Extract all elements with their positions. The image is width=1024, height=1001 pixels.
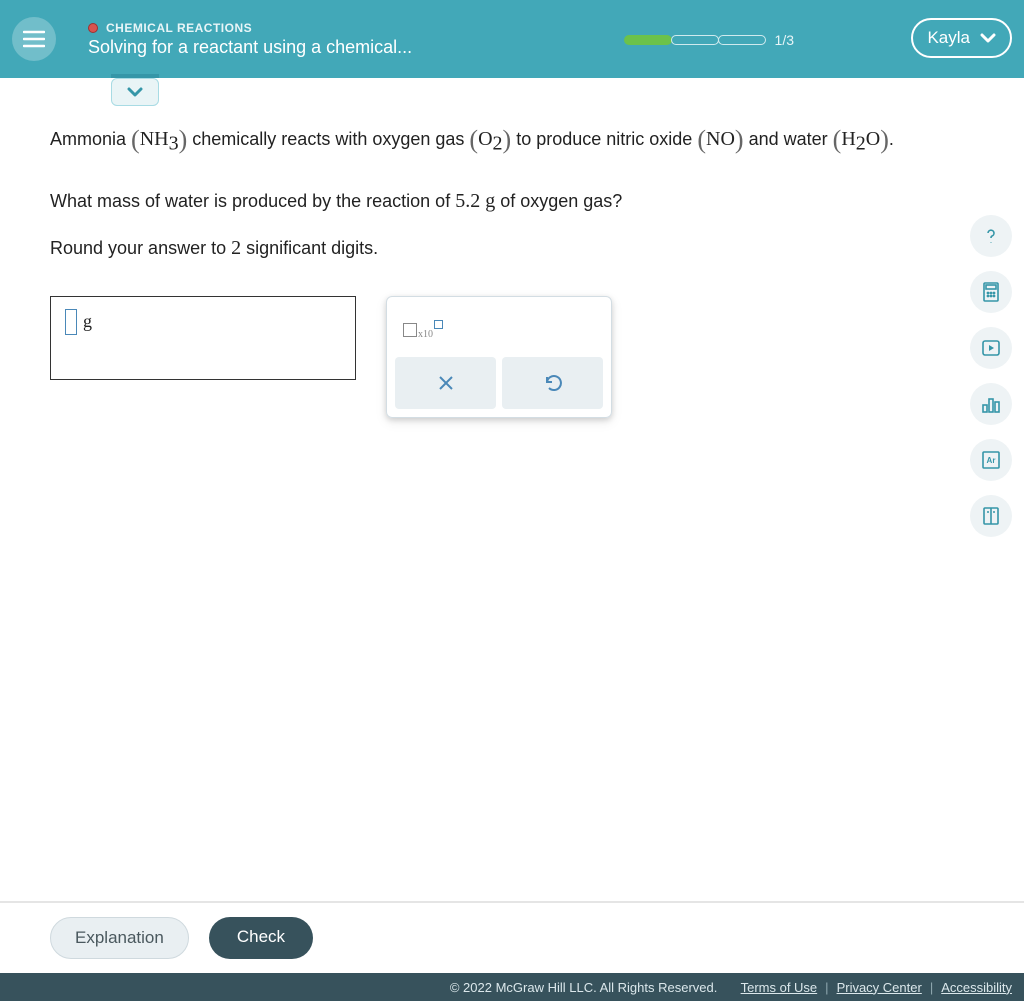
action-bar: Explanation Check: [0, 901, 1024, 973]
scientific-notation-button[interactable]: x10: [403, 323, 443, 340]
video-tool[interactable]: [970, 327, 1012, 369]
formula-h2o: H: [841, 128, 855, 150]
play-icon: [982, 340, 1000, 356]
q-text: to produce nitric oxide: [516, 129, 697, 149]
bar-chart-icon: [981, 395, 1001, 413]
copyright-text: © 2022 McGraw Hill LLC. All Rights Reser…: [450, 980, 718, 995]
formula-no: NO: [706, 128, 735, 150]
given-mass: 5.2 g: [455, 190, 495, 212]
x-icon: [437, 374, 455, 392]
reference-tool[interactable]: [970, 495, 1012, 537]
question-line-3: Round your answer to 2 significant digit…: [50, 237, 974, 260]
sig-figs: 2: [231, 237, 241, 259]
answer-input[interactable]: g: [50, 296, 356, 380]
side-toolbar: Ar: [970, 215, 1012, 537]
expand-question-tab[interactable]: [111, 78, 159, 106]
q-text: chemically reacts with oxygen gas: [192, 129, 469, 149]
accessibility-link[interactable]: Accessibility: [941, 980, 1012, 995]
book-icon: [981, 506, 1001, 526]
progress-seg-1: [624, 35, 672, 45]
user-name: Kayla: [927, 28, 970, 48]
progress-seg-2: [671, 35, 719, 45]
clear-button[interactable]: [395, 357, 496, 409]
input-cursor-icon: [65, 309, 77, 335]
q-text: Ammonia: [50, 129, 131, 149]
undo-icon: [543, 373, 563, 393]
footer: © 2022 McGraw Hill LLC. All Rights Reser…: [0, 973, 1024, 1001]
chevron-down-icon: [126, 86, 144, 98]
stats-tool[interactable]: [970, 383, 1012, 425]
sci-x10-label: x10: [418, 329, 433, 340]
progress-bar: [624, 35, 765, 45]
check-button[interactable]: Check: [209, 917, 313, 959]
privacy-link[interactable]: Privacy Center: [837, 980, 922, 995]
question-line-2: What mass of water is produced by the re…: [50, 190, 974, 213]
element-icon: Ar: [980, 450, 1002, 470]
header-bar: CHEMICAL REACTIONS Solving for a reactan…: [0, 0, 1024, 78]
undo-button[interactable]: [502, 357, 603, 409]
chevron-down-icon: [980, 32, 996, 44]
hamburger-icon: [23, 30, 45, 48]
progress-seg-3: [718, 35, 766, 45]
svg-text:Ar: Ar: [987, 456, 996, 465]
formula-nh3: NH: [140, 128, 169, 150]
page-title: Solving for a reactant using a chemical.…: [88, 37, 412, 58]
status-dot-icon: [88, 23, 98, 33]
user-menu[interactable]: Kayla: [911, 18, 1012, 58]
progress-indicator: 1/3: [624, 32, 794, 48]
terms-link[interactable]: Terms of Use: [741, 980, 818, 995]
question-icon: [981, 226, 1001, 246]
course-label: CHEMICAL REACTIONS: [106, 21, 252, 35]
periodic-table-tool[interactable]: Ar: [970, 439, 1012, 481]
progress-count: 1/3: [775, 32, 794, 48]
question-area: Ammonia (NH3) chemically reacts with oxy…: [0, 78, 1024, 418]
calculator-tool[interactable]: [970, 271, 1012, 313]
question-line-1: Ammonia (NH3) chemically reacts with oxy…: [50, 118, 974, 162]
header-text: CHEMICAL REACTIONS Solving for a reactan…: [88, 21, 412, 58]
help-tool[interactable]: [970, 215, 1012, 257]
sci-base-box-icon: [403, 323, 417, 337]
menu-button[interactable]: [12, 17, 56, 61]
answer-unit: g: [83, 311, 92, 332]
explanation-button[interactable]: Explanation: [50, 917, 189, 959]
q-text: and water: [749, 129, 833, 149]
calculator-icon: [982, 282, 1000, 302]
sci-exp-box-icon: [434, 320, 443, 329]
math-keypad: x10: [386, 296, 612, 418]
formula-o2: O: [478, 128, 492, 150]
